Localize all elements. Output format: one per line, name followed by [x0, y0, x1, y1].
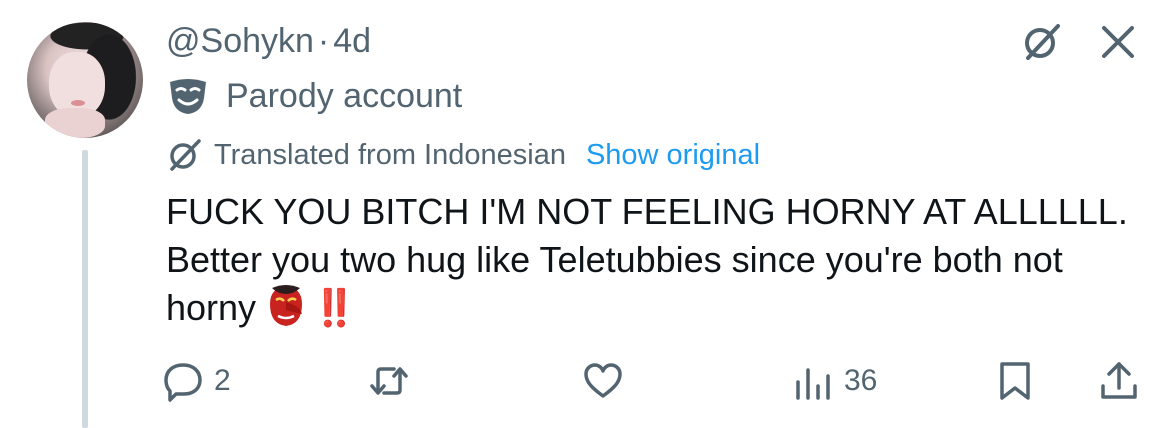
- views-button[interactable]: 36: [792, 360, 877, 402]
- heart-icon: [584, 363, 622, 398]
- close-icon[interactable]: [1096, 20, 1140, 64]
- reply-count: 2: [214, 364, 231, 397]
- post-time[interactable]: 4d: [333, 22, 371, 60]
- post-text: FUCK YOU BITCH I'M NOT FEELING HORNY AT …: [166, 188, 1146, 332]
- repost-icon: [370, 367, 408, 395]
- parody-text: Parody account: [226, 76, 463, 115]
- avatar[interactable]: [27, 22, 143, 138]
- views-count: 36: [844, 364, 878, 397]
- views-icon: [796, 368, 830, 400]
- translation-bar: Translated from Indonesian Show original: [166, 136, 760, 174]
- bookmark-icon: [1000, 362, 1030, 400]
- top-actions: [1020, 20, 1140, 64]
- parody-label: Parody account: [166, 76, 462, 116]
- post-body: FUCK YOU BITCH I'M NOT FEELING HORNY AT …: [166, 191, 1128, 328]
- author-handle[interactable]: @Sohykn: [166, 22, 314, 60]
- share-icon: [1101, 362, 1137, 399]
- grok-icon[interactable]: [1020, 20, 1064, 64]
- double-exclamation: ‼️: [312, 287, 357, 328]
- bookmark-button[interactable]: [994, 360, 1036, 402]
- separator: ·: [317, 22, 330, 60]
- reply-button[interactable]: 2: [162, 360, 231, 402]
- thread-line: [82, 150, 88, 428]
- action-bar: 2 36: [162, 360, 1140, 410]
- post-header: @Sohykn · 4d: [166, 22, 371, 61]
- translation-note: Translated from Indonesian: [214, 138, 566, 171]
- grok-icon: [170, 139, 201, 171]
- goblin-mask-icon: [270, 285, 303, 326]
- theater-mask-icon: [170, 79, 206, 114]
- share-button[interactable]: [1098, 360, 1140, 402]
- reply-icon: [164, 363, 202, 402]
- repost-button[interactable]: [368, 360, 410, 402]
- show-original-link[interactable]: Show original: [586, 139, 760, 172]
- like-button[interactable]: [582, 360, 624, 402]
